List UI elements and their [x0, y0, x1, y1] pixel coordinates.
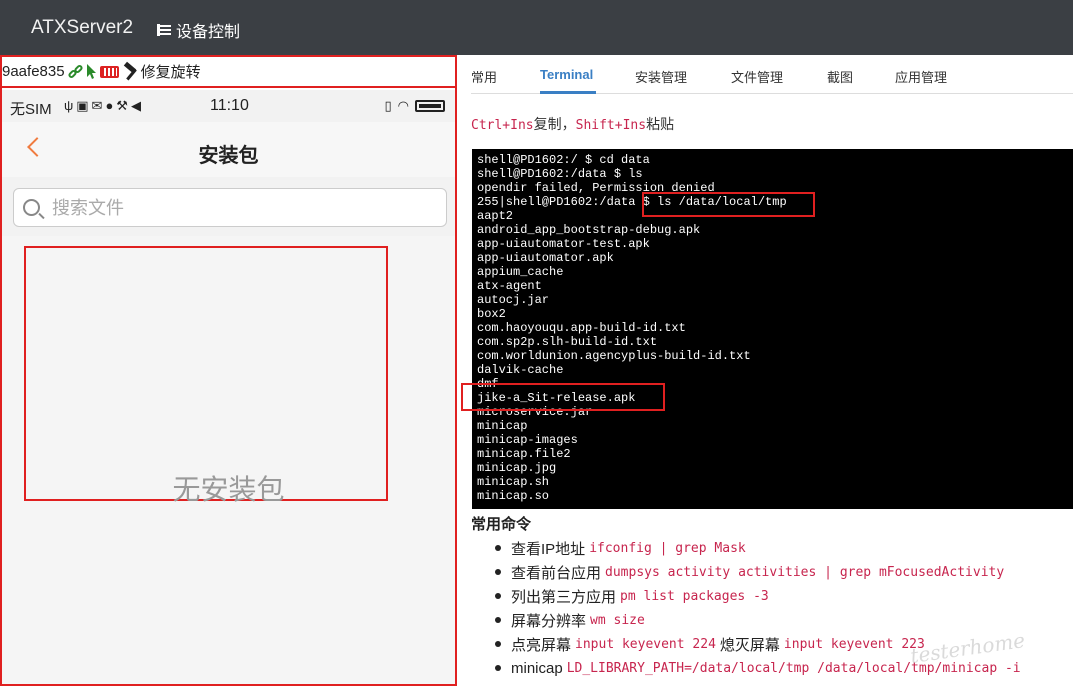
common-commands-list: 查看IP地址 ifconfig | grep Mask 查看前台应用 dumpsys … [493, 536, 1073, 680]
command-item: minicap LD_LIBRARY_PATH=/data/local/tmp /… [493, 656, 1073, 680]
terminal-line: com.sp2p.slh-build-id.txt [477, 335, 658, 349]
command-label: 屏幕分辨率 [511, 612, 587, 630]
phone-statusbar: 无SIM ψ▣✉●⚒◀ 11:10 ▯ ◠ [2, 90, 455, 122]
terminal-line: app-uiautomator-test.apk [477, 237, 650, 251]
device-toolbar: 9aafe835 修复旋转 [2, 57, 455, 88]
terminal-line: com.haoyouqu.app-build-id.txt [477, 321, 686, 335]
brand-title[interactable]: ATXServer2 [31, 17, 133, 39]
command-item: 查看前台应用 dumpsys activity activities | grep… [493, 560, 1073, 584]
battery-icon [415, 100, 445, 112]
common-commands-title: 常用命令 [471, 516, 532, 533]
command-code[interactable]: input keyevent 224 [575, 637, 716, 652]
fix-rotation-button[interactable]: 修复旋转 [141, 61, 201, 82]
top-navbar: ATXServer2 设备控制 [0, 0, 1073, 55]
terminal-line: minicap [477, 419, 528, 433]
cursor-icon[interactable] [86, 63, 97, 80]
command-item: 屏幕分辨率 wm size [493, 608, 1073, 632]
terminal-line: atx-agent [477, 279, 542, 293]
command-label: 点亮屏幕 [511, 636, 572, 654]
nav-device-control-label: 设备控制 [176, 24, 241, 41]
tab-install[interactable]: 安装管理 [635, 67, 687, 86]
highlight-box-empty [24, 246, 388, 501]
terminal-line: android_app_bootstrap-debug.apk [477, 223, 701, 237]
command-code[interactable]: LD_LIBRARY_PATH=/data/local/tmp /data/lo… [567, 661, 1021, 676]
terminal-line: autocj.jar [477, 293, 550, 307]
empty-package-text: 无安装包 [172, 474, 285, 505]
carrier-text: 无SIM [10, 101, 52, 118]
command-code[interactable]: ifconfig | grep Mask [589, 541, 746, 556]
status-time: 11:10 [210, 97, 249, 114]
tab-bar: 常用 Terminal 安装管理 文件管理 截图 应用管理 [471, 56, 1073, 94]
phone-page-title: 安装包 [198, 145, 259, 167]
command-label: 查看前台应用 [511, 564, 602, 582]
command-code[interactable]: wm size [590, 613, 645, 628]
command-label: 查看IP地址 [511, 540, 586, 558]
copy-text: 复制， [533, 116, 576, 132]
wifi-icon: ◠ [397, 98, 409, 113]
status-icons: ψ▣✉●⚒◀ [64, 98, 144, 113]
phone-screen[interactable]: 无SIM ψ▣✉●⚒◀ 11:10 ▯ ◠ 安装包 无安装包 [2, 90, 455, 684]
link-icon[interactable] [66, 63, 84, 80]
terminal-line: shell@PD1602:/data $ ls [477, 167, 643, 181]
terminal-line: app-uiautomator.apk [477, 251, 614, 265]
command-item: 列出第三方应用 pm list packages -3 [493, 584, 1073, 608]
terminal-line: dalvik-cache [477, 363, 564, 377]
terminal-line: appium_cache [477, 265, 564, 279]
clipboard-hint: Ctrl+Ins复制，Shift+Ins粘贴 [471, 114, 674, 134]
terminal-line: minicap.jpg [477, 461, 557, 475]
tab-screenshot[interactable]: 截图 [827, 67, 853, 86]
command-label: 熄灭屏幕 [719, 636, 780, 654]
command-label: minicap [511, 659, 563, 677]
nav-device-control[interactable]: 设备控制 [157, 18, 240, 42]
paste-text: 粘贴 [646, 116, 675, 132]
command-code[interactable]: dumpsys activity activities | grep mFocu… [605, 565, 1004, 580]
vibrate-icon: ▯ [384, 98, 392, 113]
command-label: 列出第三方应用 [511, 588, 617, 606]
keyboard-icon[interactable] [99, 65, 119, 78]
list-icon [157, 24, 171, 36]
highlight-box-apk [461, 383, 665, 411]
tab-apps[interactable]: 应用管理 [895, 67, 947, 86]
terminal-line: shell@PD1602:/ $ cd data [477, 153, 650, 167]
terminal-line: minicap.sh [477, 475, 550, 489]
command-code[interactable]: pm list packages -3 [620, 589, 769, 604]
command-item: 查看IP地址 ifconfig | grep Mask [493, 536, 1073, 560]
highlight-box-command [642, 192, 815, 217]
device-panel: 9aafe835 修复旋转 无SIM ψ▣✉●⚒◀ 11:10 ▯ ◠ 安装包 [0, 55, 457, 686]
tab-files[interactable]: 文件管理 [731, 67, 783, 86]
hammer-icon[interactable] [122, 61, 138, 80]
paste-key: Shift+Ins [575, 118, 647, 133]
tab-common[interactable]: 常用 [471, 67, 497, 86]
file-search-box[interactable] [13, 188, 447, 227]
status-right-icons: ▯ ◠ [384, 98, 445, 114]
terminal-line: minicap.file2 [477, 447, 571, 461]
command-code[interactable]: input keyevent 223 [784, 637, 925, 652]
terminal-line: minicap.so [477, 489, 550, 503]
search-icon [23, 199, 40, 216]
device-serial: 9aafe835 [2, 63, 65, 80]
tab-terminal[interactable]: Terminal [540, 67, 593, 82]
phone-titlebar: 安装包 [2, 122, 455, 177]
search-input[interactable] [52, 195, 432, 221]
terminal-line: minicap-images [477, 433, 578, 447]
terminal-line: com.worldunion.agencyplus-build-id.txt [477, 349, 751, 363]
active-tab-indicator [540, 91, 596, 94]
terminal-line: box2 [477, 307, 506, 321]
copy-key: Ctrl+Ins [471, 118, 534, 133]
